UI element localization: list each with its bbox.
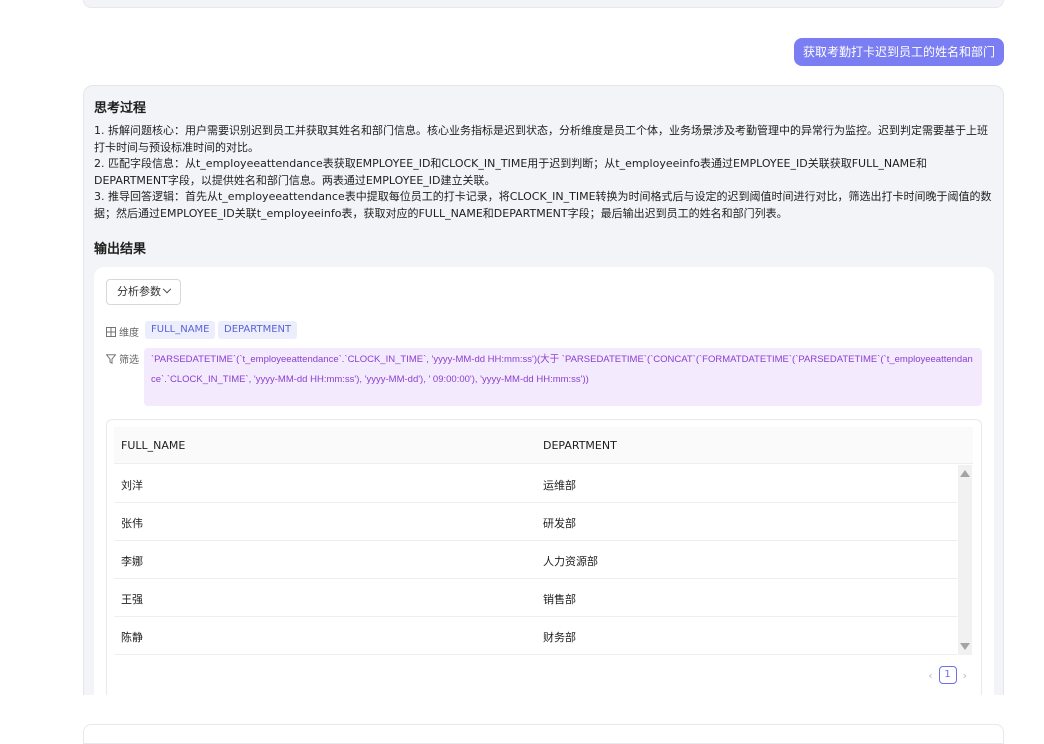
- result-card: 分析参数 维度 FULL_NAME DEPARTMENT 筛选 `PARSEDA…: [94, 267, 994, 695]
- table-row: 陈静 财务部: [114, 617, 957, 655]
- table-row: 刘洋 运维部: [114, 465, 957, 503]
- cell-department: 财务部: [543, 631, 576, 644]
- thinking-step-3: 3. 推导回答逻辑：首先从t_employeeattendance表中提取每位员…: [94, 190, 992, 220]
- user-query-bubble: 获取考勤打卡迟到员工的姓名和部门: [793, 38, 1004, 66]
- table-body: 刘洋 运维部 张伟 研发部 李娜 人力资源部 王强 销售部 陈静 财务部: [114, 465, 957, 655]
- thinking-step-2: 2. 匹配字段信息：从t_employeeattendance表获取EMPLOY…: [94, 157, 928, 187]
- cell-department: 运维部: [543, 479, 576, 492]
- pagination: ‹ 1 ›: [928, 666, 967, 684]
- next-page-icon[interactable]: ›: [963, 669, 967, 682]
- dimension-row-label: 维度: [106, 324, 139, 339]
- scroll-up-arrow-icon[interactable]: [960, 470, 970, 477]
- column-header-department[interactable]: DEPARTMENT: [543, 439, 617, 452]
- page-1-button[interactable]: 1: [938, 666, 957, 684]
- prev-page-icon[interactable]: ‹: [928, 669, 932, 682]
- analysis-params-button[interactable]: 分析参数: [106, 279, 181, 305]
- cell-full-name: 王强: [121, 593, 143, 606]
- cell-full-name: 李娜: [121, 555, 143, 568]
- result-title: 输出结果: [94, 242, 147, 257]
- filter-label: 筛选: [119, 355, 139, 366]
- cell-full-name: 刘洋: [121, 479, 143, 492]
- table-row: 李娜 人力资源部: [114, 541, 957, 579]
- filter-expression: `PARSEDATETIME`(`t_employeeattendance`.`…: [144, 348, 982, 406]
- result-table: FULL_NAME DEPARTMENT 刘洋 运维部 张伟 研发部 李娜 人力…: [106, 419, 982, 695]
- table-row: 王强 销售部: [114, 579, 957, 617]
- grid-icon: [106, 326, 116, 337]
- filter-funnel-icon: [106, 353, 116, 364]
- cell-full-name: 张伟: [121, 517, 143, 530]
- thinking-content: 1. 拆解问题核心：用户需要识别迟到员工并获取其姓名和部门信息。核心业务指标是迟…: [94, 123, 994, 222]
- table-header: FULL_NAME DEPARTMENT: [114, 427, 973, 464]
- answer-panel: 思考过程 1. 拆解问题核心：用户需要识别迟到员工并获取其姓名和部门信息。核心业…: [83, 85, 1004, 695]
- analysis-params-label: 分析参数: [117, 285, 161, 298]
- dimension-label: 维度: [119, 328, 139, 339]
- dimension-tag-full-name: FULL_NAME: [145, 321, 216, 339]
- cell-department: 研发部: [543, 517, 576, 530]
- dimension-tag-department: DEPARTMENT: [218, 321, 298, 339]
- thinking-title: 思考过程: [94, 101, 147, 116]
- cell-department: 销售部: [543, 593, 576, 606]
- table-row: 张伟 研发部: [114, 503, 957, 541]
- cell-full-name: 陈静: [121, 631, 143, 644]
- table-scrollbar[interactable]: [958, 465, 972, 655]
- thinking-step-1: 1. 拆解问题核心：用户需要识别迟到员工并获取其姓名和部门信息。核心业务指标是迟…: [94, 124, 988, 154]
- filter-row-label: 筛选: [106, 351, 139, 366]
- scroll-down-arrow-icon[interactable]: [960, 643, 970, 650]
- chevron-down-icon: [162, 284, 172, 294]
- cell-department: 人力资源部: [543, 555, 598, 568]
- next-message-card: [83, 724, 1004, 744]
- column-header-full-name[interactable]: FULL_NAME: [121, 439, 185, 452]
- previous-message-card: [83, 0, 1004, 8]
